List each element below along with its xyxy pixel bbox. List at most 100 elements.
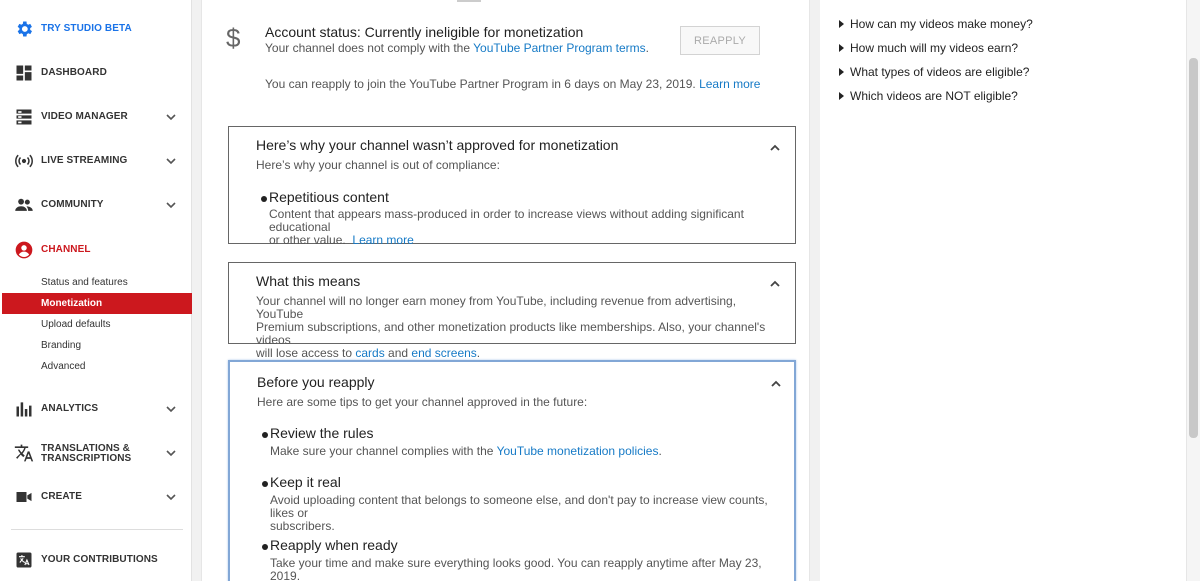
faq-item[interactable]: What types of videos are eligible? xyxy=(839,65,1029,79)
sidebar-item-label: VIDEO MANAGER xyxy=(41,111,128,122)
page-scrollbar[interactable] xyxy=(1186,0,1200,581)
dashboard-icon xyxy=(16,65,32,81)
tip-description: Make sure your channel complies with the… xyxy=(270,445,792,458)
sidebar-subitem-branding[interactable]: Branding xyxy=(2,335,192,356)
bullet xyxy=(262,432,268,438)
chevron-up-icon[interactable] xyxy=(770,378,782,390)
monetization-policies-link[interactable]: YouTube monetization policies xyxy=(497,444,659,458)
sidebar-subitem-advanced[interactable]: Advanced xyxy=(2,356,192,377)
chevron-down-icon[interactable] xyxy=(165,199,177,211)
learn-more-link[interactable]: Learn more xyxy=(699,77,760,91)
sidebar-divider xyxy=(11,529,183,530)
sidebar: TRY STUDIO BETA DASHBOARD VIDEO MANAGER … xyxy=(0,0,192,581)
sidebar-item-analytics[interactable]: ANALYTICS xyxy=(0,395,192,423)
bullet xyxy=(262,481,268,487)
chevron-up-icon[interactable] xyxy=(769,278,781,290)
tip-description-line2: subscribers. xyxy=(270,519,335,533)
card-title: Here’s why your channel wasn’t approved … xyxy=(256,137,619,153)
help-panel: How can my videos make money? How much w… xyxy=(820,0,1186,581)
triangle-right-icon xyxy=(839,92,844,100)
sidebar-item-video-manager[interactable]: VIDEO MANAGER xyxy=(0,103,192,131)
chevron-down-icon[interactable] xyxy=(165,403,177,415)
sidebar-item-label: CHANNEL xyxy=(41,244,91,255)
sidebar-item-your-contributions[interactable]: YOUR CONTRIBUTIONS xyxy=(0,546,192,574)
faq-item[interactable]: How can my videos make money? xyxy=(839,17,1033,31)
faq-item[interactable]: Which videos are NOT eligible? xyxy=(839,89,1018,103)
triangle-right-icon xyxy=(839,20,844,28)
account-status-title: Account status: Currently ineligible for… xyxy=(265,24,584,40)
faq-label: Which videos are NOT eligible? xyxy=(850,89,1018,103)
chevron-down-icon[interactable] xyxy=(165,447,177,459)
why-not-approved-card: Here’s why your channel wasn’t approved … xyxy=(228,126,796,247)
paragraph-suffix: . xyxy=(476,346,481,360)
tip-suffix: . xyxy=(658,444,662,458)
faq-label: How much will my videos earn? xyxy=(850,41,1019,55)
sidebar-item-create[interactable]: CREATE xyxy=(0,483,192,511)
item-description-text: or other value. xyxy=(269,233,346,247)
scrollbar-thumb[interactable] xyxy=(1189,58,1198,438)
reapply-note-text: You can reapply to join the YouTube Part… xyxy=(265,77,696,91)
sidebar-item-live-streaming[interactable]: LIVE STREAMING xyxy=(0,147,192,175)
sidebar-subitem-status-and-features[interactable]: Status and features xyxy=(2,272,192,293)
paragraph-line1: Your channel will no longer earn money f… xyxy=(256,294,737,321)
sidebar-item-label: ANALYTICS xyxy=(41,403,99,414)
contributions-icon xyxy=(16,552,32,568)
chevron-down-icon[interactable] xyxy=(165,111,177,123)
sidebar-item-dashboard[interactable]: DASHBOARD xyxy=(0,59,192,87)
chevron-down-icon[interactable] xyxy=(165,491,177,503)
item-description: Content that appears mass-produced in or… xyxy=(269,208,791,247)
tip-title: Reapply when ready xyxy=(270,537,398,553)
cards-link[interactable]: cards xyxy=(355,346,384,360)
card-subtitle: Here are some tips to get your channel a… xyxy=(257,395,588,409)
sidebar-subitem-upload-defaults[interactable]: Upload defaults xyxy=(2,314,192,335)
faq-label: How can my videos make money? xyxy=(850,17,1033,31)
analytics-icon xyxy=(16,402,32,417)
chevron-up-icon[interactable] xyxy=(769,142,781,154)
faq-item[interactable]: How much will my videos earn? xyxy=(839,41,1018,55)
chevron-down-icon[interactable] xyxy=(165,155,177,167)
account-status-subtitle: Your channel does not comply with the Yo… xyxy=(265,41,649,55)
video-manager-icon xyxy=(16,109,32,125)
end-screens-link[interactable]: end screens xyxy=(411,346,476,360)
card-title: What this means xyxy=(256,273,361,289)
sidebar-item-label-line2: TRANSCRIPTIONS xyxy=(41,453,132,464)
sidebar-item-label: DASHBOARD xyxy=(41,67,107,78)
account-status-text: Your channel does not comply with the xyxy=(265,41,474,55)
item-description-line2: or other value. Learn more xyxy=(269,234,791,247)
gear-icon xyxy=(17,21,32,37)
sidebar-item-try-studio-beta[interactable]: TRY STUDIO BETA xyxy=(0,15,192,43)
bullet xyxy=(261,196,267,202)
bullet xyxy=(262,544,268,550)
sidebar-item-label: LIVE STREAMING xyxy=(41,155,128,166)
sidebar-item-label: CREATE xyxy=(41,491,82,502)
account-status-suffix: . xyxy=(645,41,650,55)
sidebar-item-translations[interactable]: TRANSLATIONS & TRANSCRIPTIONS xyxy=(0,439,192,467)
sidebar-item-community[interactable]: COMMUNITY xyxy=(0,191,192,219)
what-this-means-card: What this means Your channel will no lon… xyxy=(228,262,796,360)
sidebar-item-label: TRY STUDIO BETA xyxy=(41,23,132,34)
sidebar-item-label: COMMUNITY xyxy=(41,199,104,210)
reapply-note: You can reapply to join the YouTube Part… xyxy=(265,77,760,91)
top-rule xyxy=(457,0,481,2)
item-description-line1: Content that appears mass-produced in or… xyxy=(269,207,744,234)
sidebar-item-label: YOUR CONTRIBUTIONS xyxy=(41,554,158,565)
video-camera-icon xyxy=(16,492,32,502)
paragraph-text: will lose access to xyxy=(256,346,356,360)
people-icon xyxy=(15,198,33,211)
tip-description: Avoid uploading content that belongs to … xyxy=(270,494,792,533)
dollar-icon: $ xyxy=(226,23,241,53)
reapply-button[interactable]: REAPPLY xyxy=(680,26,760,55)
before-you-reapply-card[interactable]: Before you reapply Here are some tips to… xyxy=(228,360,796,581)
tip-title: Review the rules xyxy=(270,425,374,441)
learn-more-link[interactable]: Learn more xyxy=(352,233,413,247)
sidebar-item-channel[interactable]: CHANNEL xyxy=(0,236,192,264)
paragraph-line2: Premium subscriptions, and other monetiz… xyxy=(256,320,766,347)
main-content: $ Account status: Currently ineligible f… xyxy=(201,0,810,581)
sidebar-subitem-monetization[interactable]: Monetization xyxy=(2,293,192,314)
card-subtitle: Here’s why your channel is out of compli… xyxy=(256,158,500,172)
paragraph-and: and xyxy=(384,346,412,360)
item-title: Repetitious content xyxy=(269,189,389,205)
partner-program-terms-link[interactable]: YouTube Partner Program terms xyxy=(473,41,646,55)
account-circle-icon xyxy=(15,241,33,259)
tip-title: Keep it real xyxy=(270,474,341,490)
